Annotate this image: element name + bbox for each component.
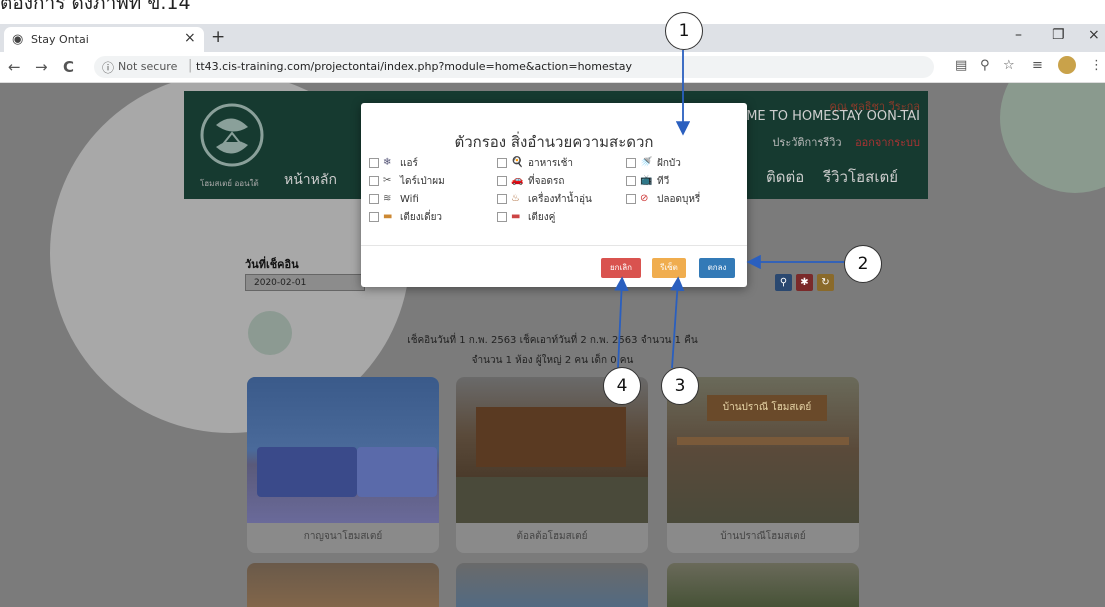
callout-3: 3 <box>661 367 699 405</box>
callout-2: 2 <box>844 245 882 283</box>
annotation-arrows <box>614 50 844 369</box>
callout-4: 4 <box>603 367 641 405</box>
callout-1: 1 <box>665 12 703 50</box>
